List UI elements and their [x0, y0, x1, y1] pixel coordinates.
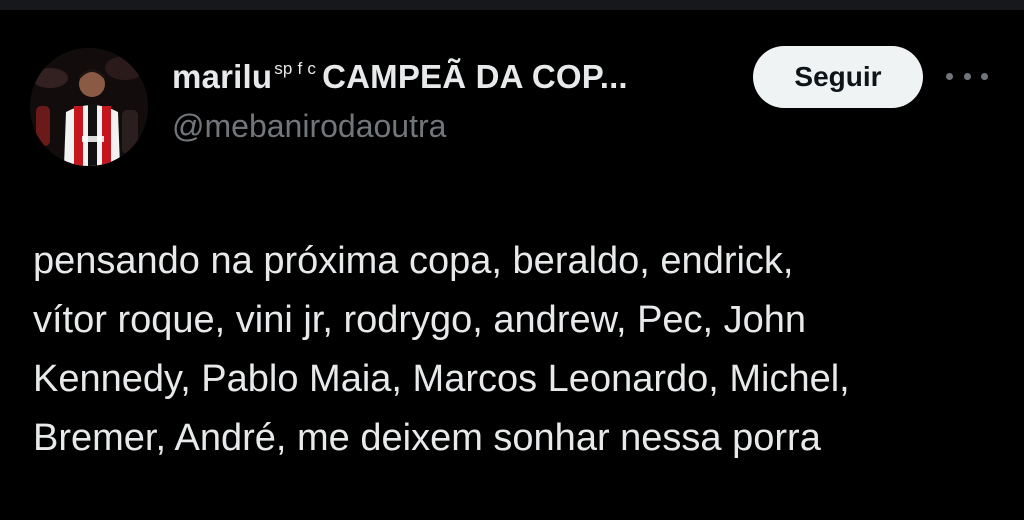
- tweet-line: pensando na próxima copa, beraldo, endri…: [33, 240, 794, 282]
- tweet-text: pensando na próxima copa, beraldo, endri…: [33, 232, 993, 468]
- tweet-line: Kennedy, Pablo Maia, Marcos Leonardo, Mi…: [33, 358, 850, 400]
- tweet-line: vítor roque, vini jr, rodrygo, andrew, P…: [33, 299, 807, 341]
- top-bar: [0, 0, 1024, 10]
- follow-button[interactable]: Seguir: [753, 46, 923, 108]
- display-name-start: marilu: [172, 58, 273, 95]
- avatar[interactable]: [30, 48, 148, 166]
- more-dot-icon: [963, 72, 971, 80]
- user-handle[interactable]: @mebanirodaoutra: [172, 108, 446, 145]
- more-dot-icon: [981, 72, 988, 80]
- more-dot-icon: [946, 72, 953, 80]
- display-name[interactable]: marilu sp f c CAMPEÃ DA COP...: [172, 58, 628, 96]
- display-name-end: CAMPEÃ DA COP...: [322, 58, 628, 95]
- avatar-photo-icon: [30, 48, 148, 166]
- more-options-button[interactable]: [946, 64, 988, 88]
- display-name-superscript: sp f c: [274, 59, 317, 78]
- tweet-line: Bremer, André, me deixem sonhar nessa po…: [33, 417, 821, 459]
